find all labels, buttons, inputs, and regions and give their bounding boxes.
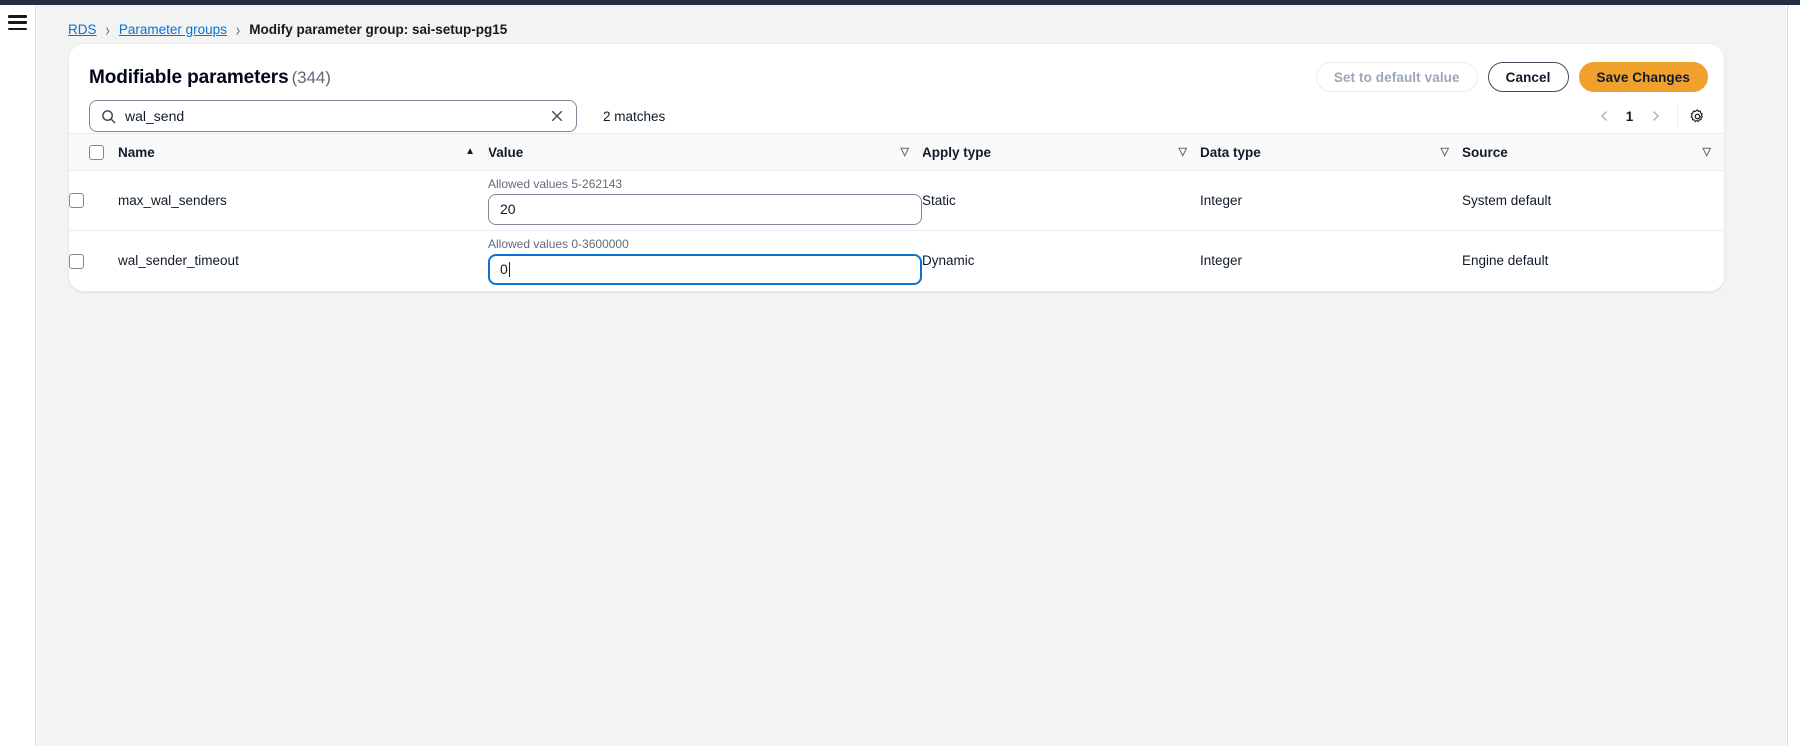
column-header-source[interactable]: Source ▽: [1462, 134, 1724, 171]
row-select-cell: [69, 171, 118, 231]
breadcrumb-item-current: Modify parameter group: sai-setup-pg15: [249, 22, 507, 37]
row-data-type-cell: Integer: [1200, 171, 1462, 231]
row-select-cell: [69, 231, 118, 291]
parameter-name: wal_sender_timeout: [118, 253, 239, 268]
row-name-cell: wal_sender_timeout: [118, 231, 488, 291]
row-checkbox[interactable]: [69, 193, 84, 208]
sort-ascending-icon: ▲: [465, 147, 475, 157]
sort-icon: ▽: [901, 147, 909, 158]
gear-icon[interactable]: [1686, 105, 1708, 127]
pagination: 1: [1590, 100, 1708, 132]
data-type-value: Integer: [1200, 253, 1242, 268]
parameter-value-input[interactable]: 0: [488, 254, 922, 285]
apply-type-value: Static: [922, 193, 956, 208]
column-divider: [922, 143, 923, 161]
parameter-value-input[interactable]: 20: [488, 194, 922, 225]
table-body: max_wal_senders Allowed values 5-262143 …: [69, 171, 1724, 291]
column-header-source-label: Source: [1462, 145, 1508, 160]
page-title: Modifiable parameters(344): [89, 67, 331, 89]
breadcrumb: RDS › Parameter groups › Modify paramete…: [68, 19, 507, 39]
column-header-data-type[interactable]: Data type ▽: [1200, 134, 1462, 171]
column-header-value-label: Value: [488, 145, 523, 160]
text-cursor: [509, 262, 510, 277]
row-name-cell: max_wal_senders: [118, 171, 488, 231]
left-navigation-rail: [0, 5, 36, 746]
search-icon: [101, 109, 116, 124]
allowed-values-hint: Allowed values 0-3600000: [488, 237, 922, 251]
sort-icon: ▽: [1441, 147, 1449, 158]
card-header: Modifiable parameters(344) Set to defaul…: [69, 44, 1724, 133]
data-type-value: Integer: [1200, 193, 1242, 208]
search-matches-count: 2 matches: [603, 109, 665, 124]
column-header-name-label: Name: [118, 145, 155, 160]
chevron-left-icon[interactable]: [1590, 103, 1617, 130]
breadcrumb-item-rds[interactable]: RDS: [68, 22, 97, 37]
source-value: System default: [1462, 193, 1551, 208]
header-actions: Set to default value Cancel Save Changes: [1316, 62, 1708, 92]
breadcrumb-separator: ›: [236, 19, 240, 39]
apply-type-value: Dynamic: [922, 253, 975, 268]
column-divider: [1462, 143, 1463, 161]
chevron-right-icon[interactable]: [1642, 103, 1669, 130]
table-header: Name ▲ Value ▽: [69, 134, 1724, 171]
column-header-apply-type[interactable]: Apply type ▽: [922, 134, 1200, 171]
source-value: Engine default: [1462, 253, 1548, 268]
set-to-default-value-button[interactable]: Set to default value: [1316, 62, 1478, 92]
select-all-checkbox[interactable]: [89, 145, 104, 160]
search-row: wal_send 2 matches: [89, 98, 1708, 134]
column-header-select: [69, 134, 118, 171]
row-apply-type-cell: Static: [922, 171, 1200, 231]
row-value-cell: Allowed values 5-262143 20: [488, 171, 922, 231]
column-header-data-type-label: Data type: [1200, 145, 1261, 160]
row-apply-type-cell: Dynamic: [922, 231, 1200, 291]
column-divider: [1200, 143, 1201, 161]
table-header-row: Name ▲ Value ▽: [69, 134, 1724, 171]
modifiable-parameters-card: Modifiable parameters(344) Set to defaul…: [68, 43, 1725, 292]
column-header-value[interactable]: Value ▽: [488, 134, 922, 171]
main-content: RDS › Parameter groups › Modify paramete…: [37, 5, 1786, 746]
table-row: wal_sender_timeout Allowed values 0-3600…: [69, 231, 1724, 291]
hamburger-menu-icon[interactable]: [8, 15, 27, 30]
breadcrumb-separator: ›: [106, 19, 110, 39]
search-input-value: wal_send: [125, 108, 549, 124]
row-checkbox[interactable]: [69, 254, 84, 269]
right-help-panel-rail: [1787, 5, 1800, 746]
row-source-cell: Engine default: [1462, 231, 1724, 291]
parameters-table: Name ▲ Value ▽: [69, 133, 1724, 291]
rds-modify-parameter-group-page: RDS › Parameter groups › Modify paramete…: [0, 0, 1800, 746]
parameter-value-text: 0: [500, 261, 508, 277]
cancel-button[interactable]: Cancel: [1488, 62, 1569, 92]
allowed-values-hint: Allowed values 5-262143: [488, 177, 922, 191]
parameter-value-text: 20: [500, 201, 516, 217]
column-divider: [488, 143, 489, 161]
column-header-apply-type-label: Apply type: [922, 145, 991, 160]
row-value-cell: Allowed values 0-3600000 0: [488, 231, 922, 291]
save-changes-button[interactable]: Save Changes: [1579, 62, 1709, 92]
parameter-count: (344): [292, 68, 331, 87]
breadcrumb-item-parameter-groups[interactable]: Parameter groups: [119, 22, 227, 37]
pagination-page-1[interactable]: 1: [1617, 109, 1642, 124]
page-title-text: Modifiable parameters: [89, 67, 289, 88]
column-divider: [118, 143, 119, 161]
pagination-divider: [1677, 105, 1678, 127]
sort-icon: ▽: [1703, 147, 1711, 158]
row-data-type-cell: Integer: [1200, 231, 1462, 291]
search-input[interactable]: wal_send: [89, 100, 577, 132]
close-icon[interactable]: [549, 108, 565, 124]
parameter-name: max_wal_senders: [118, 193, 227, 208]
sort-icon: ▽: [1179, 147, 1187, 158]
table-row: max_wal_senders Allowed values 5-262143 …: [69, 171, 1724, 231]
column-header-name[interactable]: Name ▲: [118, 134, 488, 171]
row-source-cell: System default: [1462, 171, 1724, 231]
